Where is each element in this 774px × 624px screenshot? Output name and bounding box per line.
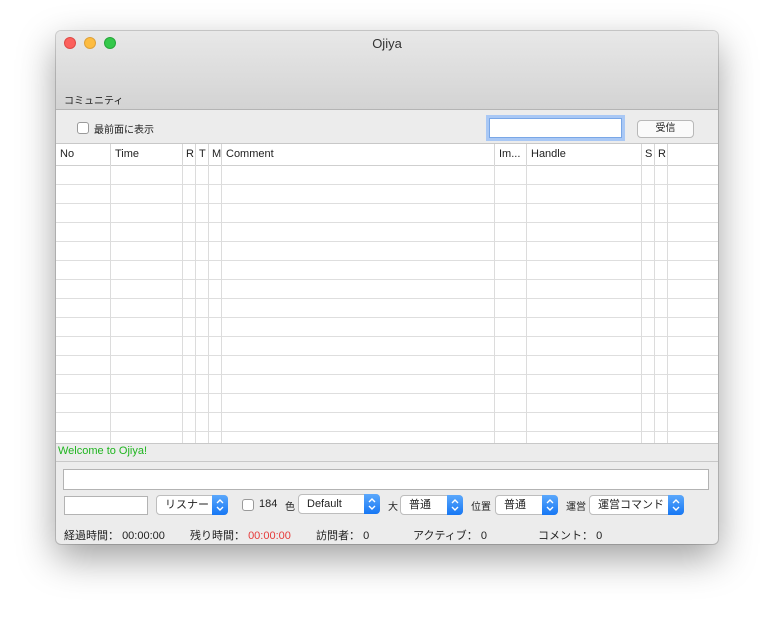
table-column-line — [494, 165, 495, 443]
color-value: Default — [307, 498, 342, 510]
column-header-im[interactable]: Im... — [495, 144, 527, 165]
size-value: 普通 — [409, 499, 431, 511]
table-row-line — [56, 298, 718, 299]
window-title: Ojiya — [372, 36, 402, 51]
user-type-value: リスナー — [165, 499, 209, 511]
table-row-line — [56, 222, 718, 223]
active-label: アクティブ： — [413, 530, 478, 542]
size-label: 大 — [388, 502, 398, 513]
popup-chevron-icon — [364, 494, 380, 514]
table-row-line — [56, 184, 718, 185]
table-column-line — [110, 165, 111, 443]
receive-button[interactable]: 受信 — [637, 120, 694, 138]
column-header-m[interactable]: M — [209, 144, 222, 165]
table-row-line — [56, 279, 718, 280]
table-column-line — [526, 165, 527, 443]
community-toolbar-item[interactable]: コミュニティ — [64, 92, 123, 107]
table-column-line — [221, 165, 222, 443]
broadcast-url-input[interactable] — [489, 118, 622, 138]
table-row-line — [56, 203, 718, 204]
table-row-line — [56, 241, 718, 242]
comments-status: コメント： 0 — [538, 527, 602, 543]
remaining-time-label: 残り時間： — [190, 530, 245, 542]
elapsed-time-value: 00:00:00 — [122, 530, 165, 542]
size-popup[interactable]: 普通 — [400, 495, 463, 515]
table-row-line — [56, 355, 718, 356]
color-popup[interactable]: Default — [298, 494, 380, 514]
visitors-label: 訪問者： — [316, 530, 360, 542]
active-status: アクティブ： 0 — [413, 527, 487, 543]
table-row-line — [56, 374, 718, 375]
position-value: 普通 — [504, 499, 526, 511]
column-header-r[interactable]: R — [183, 144, 196, 165]
table-column-line — [208, 165, 209, 443]
table-column-line — [195, 165, 196, 443]
column-header-comment[interactable]: Comment — [222, 144, 495, 165]
elapsed-time-label: 経過時間： — [64, 530, 119, 542]
table-row-line — [56, 336, 718, 337]
column-header-r2[interactable]: R — [655, 144, 668, 165]
comment-table[interactable]: No Time R T M Comment Im... Handle S R — [56, 143, 718, 444]
always-on-top-label: 最前面に表示 — [94, 125, 154, 136]
column-header-no[interactable]: No — [56, 144, 111, 165]
comments-value: 0 — [596, 530, 603, 542]
popup-chevron-icon — [668, 495, 684, 515]
column-header-handle[interactable]: Handle — [527, 144, 642, 165]
position-label: 位置 — [471, 502, 491, 513]
table-row-line — [56, 317, 718, 318]
remaining-time-value: 00:00:00 — [248, 530, 291, 542]
table-column-line — [641, 165, 642, 443]
column-header-t[interactable]: T — [196, 144, 209, 165]
admin-command-value: 運営コマンド — [598, 499, 664, 511]
always-on-top-checkbox[interactable] — [77, 122, 89, 134]
table-column-line — [182, 165, 183, 443]
active-value: 0 — [480, 530, 487, 542]
popup-chevron-icon — [447, 495, 463, 515]
column-header-s[interactable]: S — [642, 144, 655, 165]
admin-command-popup[interactable]: 運営コマンド — [589, 495, 684, 515]
table-header: No Time R T M Comment Im... Handle S R — [56, 144, 718, 166]
anonymous-184-label: 184 — [259, 498, 278, 510]
table-column-line — [654, 165, 655, 443]
comment-input[interactable] — [63, 469, 709, 490]
color-label: 色 — [285, 502, 295, 513]
elapsed-time-status: 経過時間： 00:00:00 — [64, 527, 165, 543]
user-type-popup[interactable]: リスナー — [156, 495, 228, 515]
title-bar: Ojiya コミュニティ — [56, 31, 718, 110]
anonymous-184-checkbox[interactable] — [242, 499, 254, 511]
visitors-value: 0 — [363, 530, 370, 542]
column-header-spacer — [668, 144, 718, 165]
main-window: Ojiya コミュニティ 最前面に表示 受信 No Time R T M Com… — [56, 31, 718, 544]
remaining-time-status: 残り時間： 00:00:00 — [190, 527, 291, 543]
table-row-line — [56, 431, 718, 432]
visitors-status: 訪問者： 0 — [316, 527, 369, 543]
table-column-line — [667, 165, 668, 443]
table-row-line — [56, 412, 718, 413]
table-row-line — [56, 393, 718, 394]
table-row-line — [56, 260, 718, 261]
column-header-time[interactable]: Time — [111, 144, 183, 165]
divider — [56, 461, 718, 462]
admin-label: 運営 — [566, 502, 586, 513]
popup-chevron-icon — [212, 495, 228, 515]
popup-chevron-icon — [542, 495, 558, 515]
secondary-input[interactable] — [64, 496, 148, 515]
welcome-message: Welcome to Ojiya! — [58, 445, 148, 457]
position-popup[interactable]: 普通 — [495, 495, 558, 515]
comments-label: コメント： — [538, 530, 593, 542]
